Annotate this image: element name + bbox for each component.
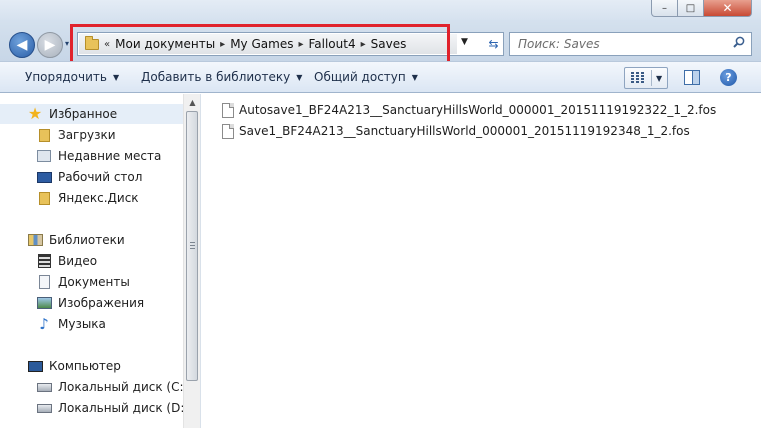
- search-placeholder: Поиск: Saves: [518, 37, 600, 51]
- sidebar-item-yandex-disk[interactable]: Яндекс.Диск: [0, 188, 139, 208]
- sidebar-item-label: Музыка: [58, 317, 106, 331]
- video-icon: [36, 253, 52, 269]
- share-label: Общий доступ: [314, 70, 406, 84]
- sidebar-item-label: Рабочий стол: [58, 170, 143, 184]
- sidebar-item-label: Изображения: [58, 296, 145, 310]
- sidebar-item-label: Библиотеки: [49, 233, 125, 247]
- forward-button[interactable]: ▶: [37, 32, 63, 58]
- organize-menu[interactable]: Упорядочить ▼: [25, 70, 119, 84]
- star-icon: ★: [27, 104, 43, 123]
- file-icon: [222, 123, 234, 139]
- navigation-scrollbar[interactable]: ▲: [183, 94, 200, 428]
- scrollbar-thumb[interactable]: [186, 111, 198, 381]
- sidebar-item-label: Яндекс.Диск: [58, 191, 139, 205]
- sidebar-item-label: Компьютер: [49, 359, 121, 373]
- sidebar-item-libraries[interactable]: Библиотеки: [0, 230, 125, 250]
- music-icon: ♪: [39, 315, 49, 333]
- recent-places-icon: [36, 148, 52, 164]
- share-menu[interactable]: Общий доступ ▼: [314, 70, 418, 84]
- hard-drive-icon: [36, 400, 52, 416]
- command-bar: Упорядочить ▼ Добавить в библиотеку ▼ Общи…: [0, 61, 761, 93]
- sidebar-item-label: Избранное: [49, 107, 118, 121]
- libraries-icon: [27, 232, 43, 248]
- view-separator: [651, 70, 652, 86]
- sidebar-item-label: Загрузки: [58, 128, 116, 142]
- sidebar-item-recent-places[interactable]: Недавние места: [0, 146, 161, 166]
- sidebar-item-label: Недавние места: [58, 149, 162, 163]
- preview-pane-icon[interactable]: [684, 70, 700, 85]
- grip-icon: [190, 242, 195, 250]
- file-icon: [222, 102, 234, 118]
- sidebar-item-label: Документы: [58, 275, 130, 289]
- maximize-button[interactable]: □: [677, 0, 704, 17]
- sidebar-item-music[interactable]: ♪ Музыка: [0, 314, 106, 334]
- computer-icon: [27, 358, 43, 374]
- file-item[interactable]: Save1_BF24A213__SanctuaryHillsWorld_0000…: [222, 122, 690, 140]
- add-to-library-menu[interactable]: Добавить в библиотеку ▼: [141, 70, 302, 84]
- close-button[interactable]: ✕: [703, 0, 752, 17]
- search-icon[interactable]: [733, 36, 745, 48]
- pictures-icon: [36, 295, 52, 311]
- details-view-icon: [631, 72, 645, 84]
- chevron-down-icon: ▼: [112, 73, 120, 82]
- desktop-icon: [36, 169, 52, 185]
- refresh-icon[interactable]: ⇆: [485, 35, 502, 53]
- sidebar-item-pictures[interactable]: Изображения: [0, 293, 144, 313]
- sidebar-item-drive-c[interactable]: Локальный диск (C:): [0, 377, 188, 397]
- sidebar-item-drive-d[interactable]: Локальный диск (D:): [0, 398, 189, 418]
- sidebar-item-desktop[interactable]: Рабочий стол: [0, 167, 142, 187]
- add-to-library-label: Добавить в библиотеку: [141, 70, 291, 84]
- chevron-down-icon: ▼: [296, 73, 303, 82]
- window-header: – □ ✕ ◀ ▶ ▾ « Мои документы ▸ My Games ▸…: [0, 0, 761, 64]
- sidebar-item-computer[interactable]: Компьютер: [0, 356, 121, 376]
- chevron-down-icon: ▼: [411, 73, 418, 82]
- folder-icon: [36, 190, 52, 206]
- chevron-down-icon[interactable]: ▼: [656, 74, 662, 83]
- recent-pages-dropdown[interactable]: ▾: [65, 39, 69, 48]
- hard-drive-icon: [36, 379, 52, 395]
- sidebar-item-video[interactable]: Видео: [0, 251, 97, 271]
- sidebar-item-downloads[interactable]: Загрузки: [0, 125, 116, 145]
- back-button[interactable]: ◀: [9, 32, 35, 58]
- file-item[interactable]: Autosave1_BF24A213__SanctuaryHillsWorld_…: [222, 101, 716, 119]
- red-highlight-annotation: [70, 24, 450, 64]
- minimize-button[interactable]: –: [651, 0, 678, 17]
- pane-divider[interactable]: [200, 94, 204, 428]
- change-view-button[interactable]: ▼: [624, 67, 668, 89]
- navigation-pane: ★ Избранное Загрузки Недавние места Рабо…: [0, 94, 200, 428]
- sidebar-item-label: Локальный диск (C:): [58, 380, 189, 394]
- documents-icon: [36, 274, 52, 290]
- address-history-dropdown[interactable]: ▼: [461, 37, 468, 47]
- scroll-up-icon[interactable]: ▲: [184, 94, 201, 111]
- help-icon[interactable]: ?: [720, 69, 737, 86]
- sidebar-item-label: Локальный диск (D:): [58, 401, 190, 415]
- downloads-folder-icon: [36, 127, 52, 143]
- file-name: Autosave1_BF24A213__SanctuaryHillsWorld_…: [239, 103, 717, 117]
- file-name: Save1_BF24A213__SanctuaryHillsWorld_0000…: [239, 124, 690, 138]
- sidebar-item-favorites[interactable]: ★ Избранное: [0, 104, 183, 124]
- title-bar: [0, 0, 761, 20]
- organize-label: Упорядочить: [25, 70, 107, 84]
- sidebar-item-label: Видео: [58, 254, 98, 268]
- sidebar-item-documents[interactable]: Документы: [0, 272, 130, 292]
- search-input[interactable]: Поиск: Saves: [509, 32, 752, 56]
